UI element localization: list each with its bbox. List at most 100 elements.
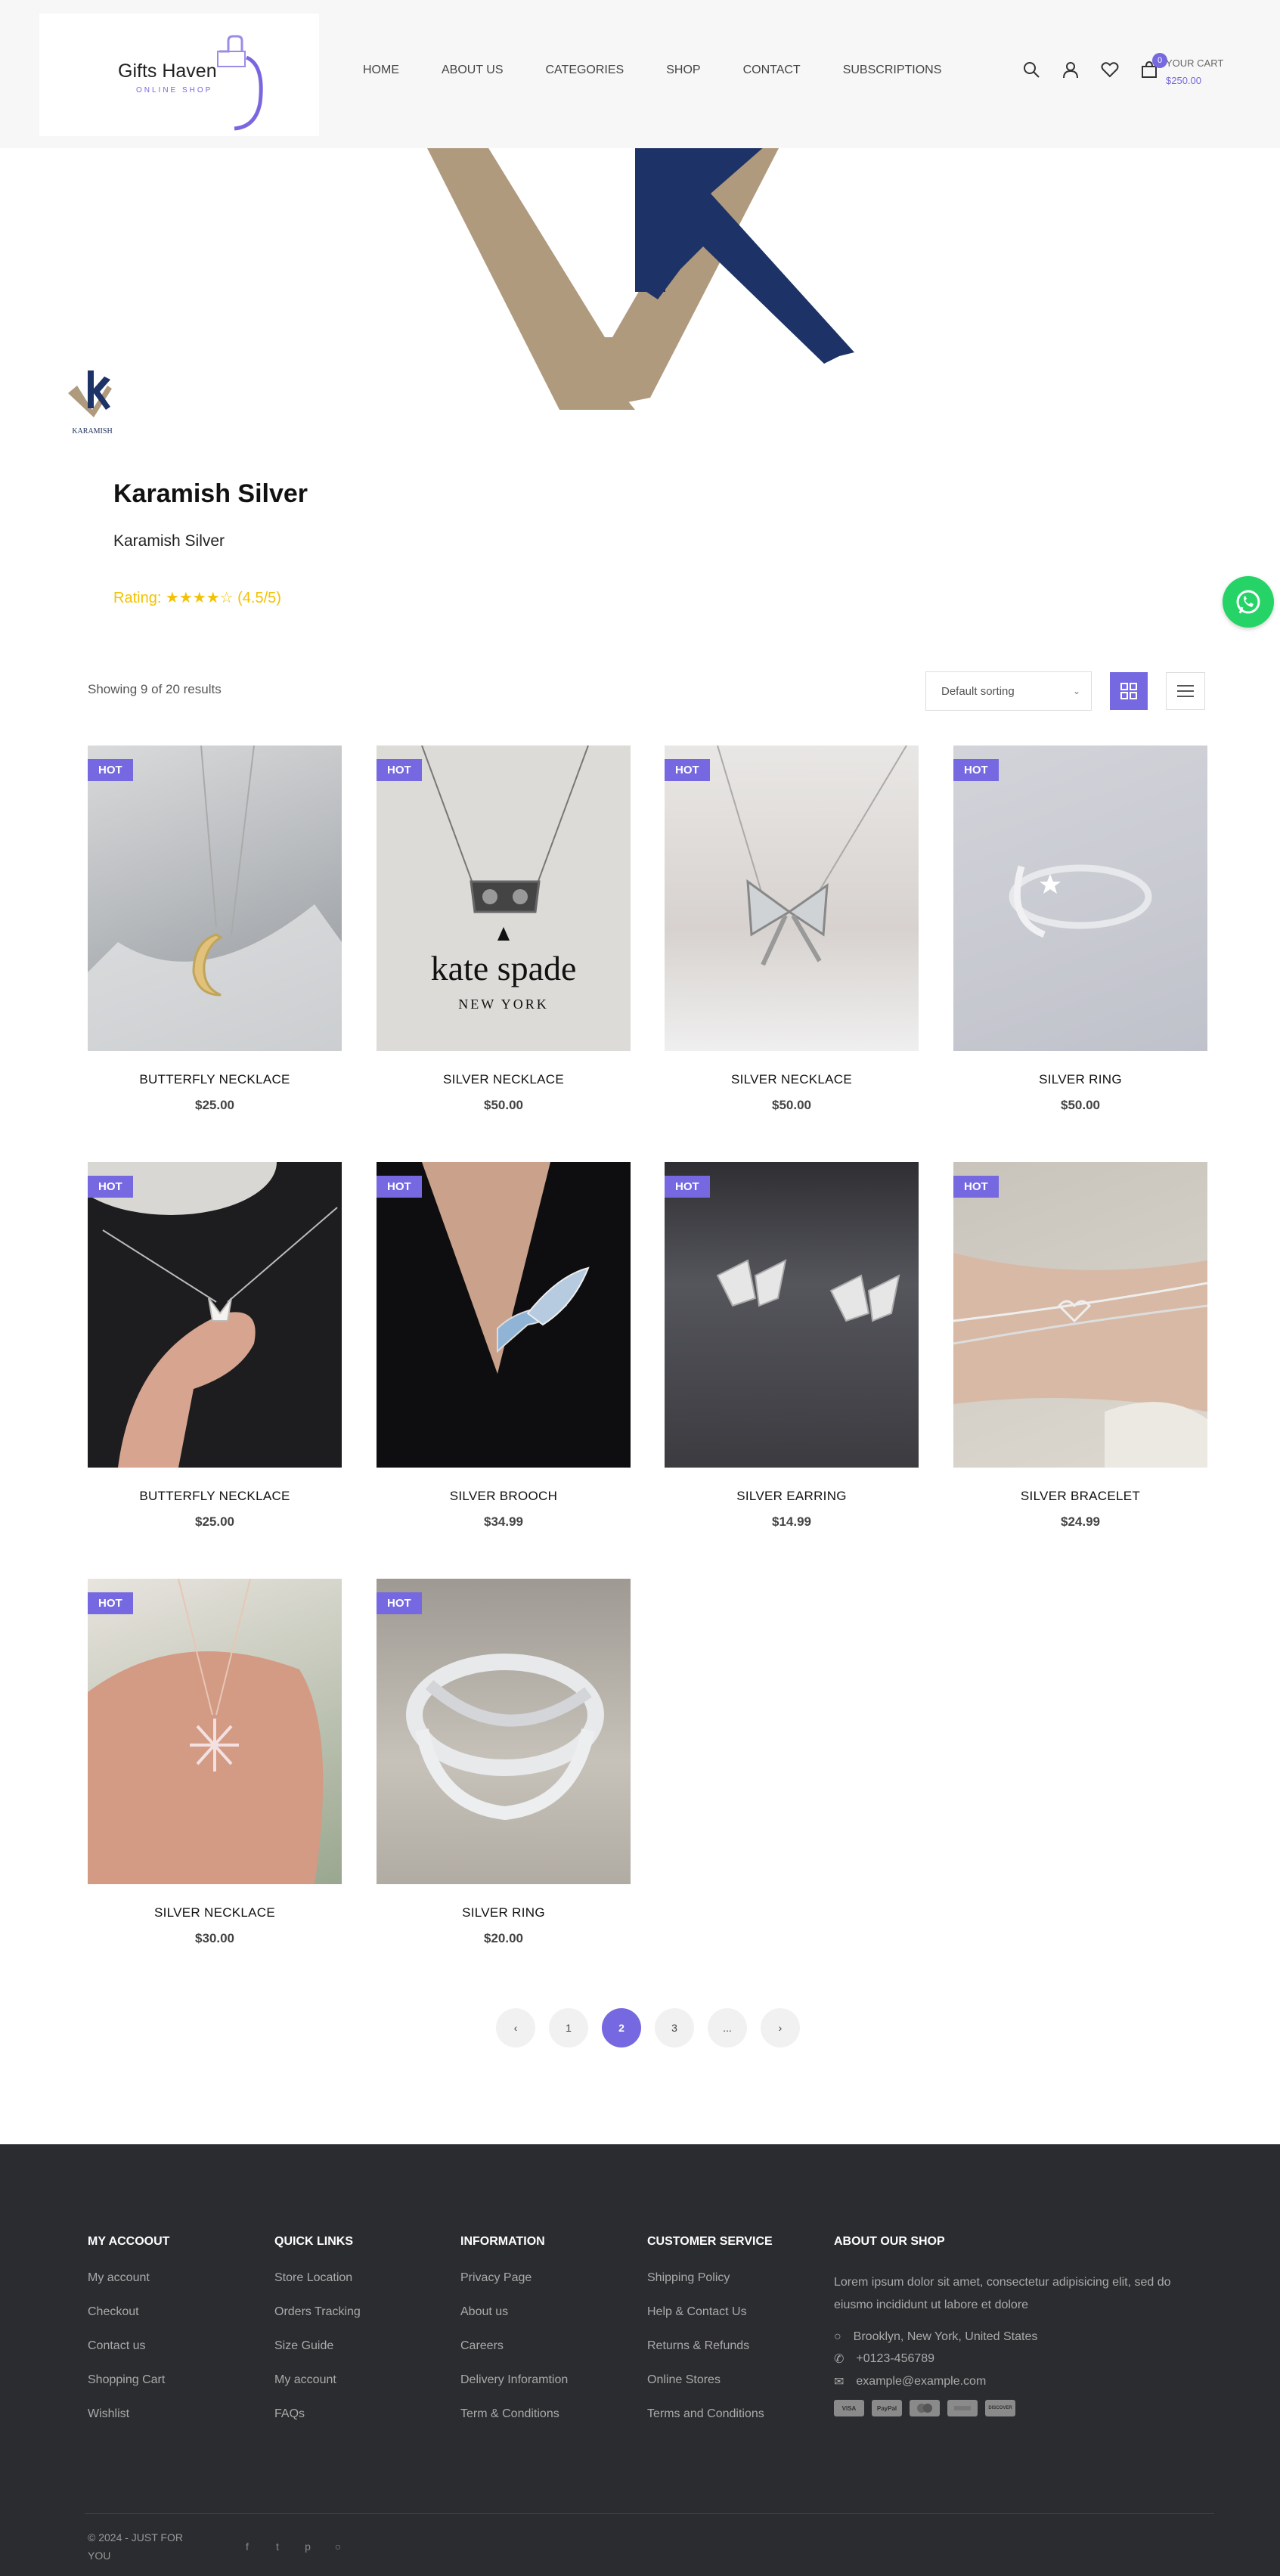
email-text[interactable]: example@example.com (856, 2375, 986, 2388)
product-card[interactable]: kate spade NEW YORK HOT SILVER NECKLACE … (377, 746, 631, 1113)
user-icon[interactable] (1060, 59, 1081, 80)
footer-link[interactable]: Size Guide (274, 2339, 361, 2353)
site-logo[interactable]: Gifts Haven ONLINE SHOP (39, 14, 319, 136)
list-view-button[interactable] (1166, 672, 1205, 710)
footer-link[interactable]: Contact us (88, 2339, 169, 2353)
footer-link[interactable]: Shipping Policy (647, 2271, 773, 2285)
product-name[interactable]: SILVER RING (377, 1905, 631, 1920)
brand-title: Karamish Silver (113, 479, 308, 508)
nav-home[interactable]: HOME (363, 64, 399, 77)
nav-contact[interactable]: CONTACT (743, 64, 801, 77)
product-image[interactable]: HOT (88, 1579, 342, 1884)
cart-icon[interactable]: 0 (1139, 53, 1167, 80)
product-card[interactable]: HOT SILVER RING $20.00 (377, 1579, 631, 1946)
product-image[interactable]: HOT (88, 1162, 342, 1468)
product-image[interactable]: HOT (377, 1162, 631, 1468)
product-price: $14.99 (772, 1514, 811, 1529)
product-price: $50.00 (772, 1098, 811, 1112)
footer-link[interactable]: Wishlist (88, 2407, 169, 2421)
product-image[interactable]: HOT (88, 746, 342, 1051)
product-card[interactable]: HOT BUTTERFLY NECKLACE $25.00 (88, 746, 342, 1113)
footer-heading: ABOUT OUR SHOP (834, 2235, 945, 2248)
footer-quick-links-column: QUICK LINKS Store Location Orders Tracki… (274, 2235, 361, 2441)
footer-information-column: INFORMATION Privacy Page About us Career… (460, 2235, 568, 2441)
cart-summary[interactable]: YOUR CART $250.00 (1166, 57, 1223, 86)
search-icon[interactable] (1021, 59, 1042, 80)
product-card[interactable]: HOT BUTTERFLY NECKLACE $25.00 (88, 1162, 342, 1530)
product-card[interactable]: HOT SILVER RING $50.00 (953, 746, 1207, 1113)
heart-icon[interactable] (1099, 59, 1120, 80)
product-image[interactable]: kate spade NEW YORK HOT (377, 746, 631, 1051)
footer-link[interactable]: Returns & Refunds (647, 2339, 773, 2353)
grid-icon (1120, 683, 1137, 699)
product-name[interactable]: SILVER NECKLACE (665, 1072, 919, 1087)
nav-shop[interactable]: SHOP (666, 64, 700, 77)
footer-heading: MY ACCOOUT (88, 2235, 170, 2248)
results-count: Showing 9 of 20 results (88, 682, 222, 696)
footer-link[interactable]: Delivery Inforamtion (460, 2373, 568, 2387)
product-name[interactable]: SILVER BRACELET (953, 1489, 1207, 1504)
footer-link[interactable]: My account (274, 2373, 361, 2387)
chevron-down-icon: ⌄ (1072, 686, 1080, 696)
hot-badge: HOT (377, 1176, 422, 1198)
product-name[interactable]: BUTTERFLY NECKLACE (88, 1489, 342, 1504)
footer-link[interactable]: Orders Tracking (274, 2305, 361, 2319)
hot-badge: HOT (953, 1176, 999, 1198)
footer-link[interactable]: Help & Contact Us (647, 2305, 773, 2319)
footer-link[interactable]: My account (88, 2271, 169, 2285)
footer-link[interactable]: Term & Conditions (460, 2407, 568, 2421)
next-page-button[interactable]: › (761, 2008, 800, 2047)
facebook-icon[interactable]: f (242, 2540, 253, 2553)
footer-link[interactable]: Terms and Conditions (647, 2407, 773, 2421)
product-card[interactable]: HOT SILVER BROOCH $34.99 (377, 1162, 631, 1530)
footer-link[interactable]: Privacy Page (460, 2271, 568, 2285)
product-image[interactable]: HOT (377, 1579, 631, 1884)
phone-text[interactable]: +0123-456789 (856, 2352, 934, 2366)
product-name[interactable]: SILVER NECKLACE (88, 1905, 342, 1920)
product-name[interactable]: SILVER RING (953, 1072, 1207, 1087)
product-card[interactable]: HOT SILVER EARRING $14.99 (665, 1162, 919, 1530)
footer-link[interactable]: FAQs (274, 2407, 361, 2421)
twitter-icon[interactable]: t (272, 2540, 283, 2553)
product-image[interactable]: HOT (953, 1162, 1207, 1468)
product-price: $20.00 (484, 1931, 523, 1945)
product-image[interactable]: HOT (665, 746, 919, 1051)
product-card[interactable]: HOT SILVER BRACELET $24.99 (953, 1162, 1207, 1530)
cart-total: $250.00 (1166, 75, 1201, 86)
product-image[interactable]: HOT (665, 1162, 919, 1468)
footer-link[interactable]: Shopping Cart (88, 2373, 169, 2387)
visa-card-icon: VISA (834, 2400, 864, 2416)
footer-link[interactable]: Checkout (88, 2305, 169, 2319)
nav-subscriptions[interactable]: SUBSCRIPTIONS (843, 64, 942, 77)
product-price: $50.00 (484, 1098, 523, 1112)
product-name[interactable]: SILVER NECKLACE (377, 1072, 631, 1087)
product-card[interactable]: HOT SILVER NECKLACE $30.00 (88, 1579, 342, 1946)
instagram-icon[interactable]: ○ (333, 2540, 343, 2553)
whatsapp-button[interactable] (1223, 576, 1274, 628)
product-name[interactable]: SILVER EARRING (665, 1489, 919, 1504)
hot-badge: HOT (88, 759, 133, 781)
nav-categories[interactable]: CATEGORIES (546, 64, 625, 77)
list-icon (1177, 685, 1194, 697)
cart-label: YOUR CART (1166, 57, 1224, 69)
product-card[interactable]: HOT SILVER NECKLACE $50.00 (665, 746, 919, 1113)
product-image[interactable]: HOT (953, 746, 1207, 1051)
footer-link[interactable]: About us (460, 2305, 568, 2319)
page-button-2[interactable]: 2 (602, 2008, 641, 2047)
footer-link[interactable]: Careers (460, 2339, 568, 2353)
product-price: $50.00 (1061, 1098, 1100, 1112)
sort-select[interactable]: Default sorting ⌄ (925, 671, 1092, 711)
product-name[interactable]: BUTTERFLY NECKLACE (88, 1072, 342, 1087)
pinterest-icon[interactable]: p (302, 2540, 313, 2553)
page-button-1[interactable]: 1 (549, 2008, 588, 2047)
hot-badge: HOT (953, 759, 999, 781)
footer-account-column: MY ACCOOUT My account Checkout Contact u… (88, 2235, 169, 2441)
footer-link[interactable]: Online Stores (647, 2373, 773, 2387)
footer-link[interactable]: Store Location (274, 2271, 361, 2285)
footer-about-column: ABOUT OUR SHOP Lorem ipsum dolor sit ame… (834, 2235, 1189, 2416)
nav-about[interactable]: ABOUT US (442, 64, 504, 77)
grid-view-button[interactable] (1110, 672, 1148, 710)
page-button-3[interactable]: 3 (655, 2008, 694, 2047)
product-name[interactable]: SILVER BROOCH (377, 1489, 631, 1504)
prev-page-button[interactable]: ‹ (496, 2008, 535, 2047)
